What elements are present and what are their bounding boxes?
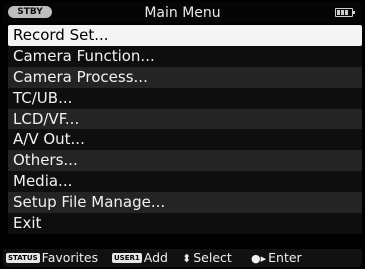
guide-select: ⬍ Select: [182, 249, 232, 267]
menu-item-media[interactable]: Media...: [8, 171, 362, 193]
user1-button-tag: USER1: [112, 253, 142, 263]
menu-item-record-set[interactable]: Record Set...: [8, 25, 362, 46]
main-menu-list: Record Set... Camera Function... Camera …: [8, 25, 362, 234]
menu-item-camera-function[interactable]: Camera Function...: [8, 45, 362, 67]
battery-cell: [341, 10, 344, 15]
battery-icon: [335, 8, 355, 17]
status-button-tag: STATUS: [6, 253, 40, 263]
add-label: Add: [143, 250, 168, 265]
guide-add: USER1 Add: [112, 249, 168, 267]
menu-item-tc-ub[interactable]: TC/UB...: [8, 87, 362, 109]
menu-item-camera-process[interactable]: Camera Process...: [8, 66, 362, 88]
enter-label: Enter: [268, 250, 302, 265]
menu-item-av-out[interactable]: A/V Out...: [8, 129, 362, 151]
menu-item-others[interactable]: Others...: [8, 150, 362, 172]
camera-menu-screen: STBY Main Menu Record Set... Camera Func…: [3, 2, 362, 267]
button-guide-bar: STATUS Favorites USER1 Add ⬍ Select ●▸ Enter: [3, 249, 362, 267]
dot-right-icon: ●▸: [251, 252, 267, 265]
battery-cell: [337, 10, 340, 15]
page-title: Main Menu: [144, 5, 221, 21]
menu-item-lcd-vf[interactable]: LCD/VF...: [8, 108, 362, 130]
menu-item-exit[interactable]: Exit: [8, 213, 362, 234]
header-bar: STBY Main Menu: [3, 2, 362, 23]
battery-cell: [345, 10, 348, 15]
guide-enter: ●▸ Enter: [251, 249, 302, 267]
up-down-icon: ⬍: [182, 252, 192, 265]
guide-favorites: STATUS Favorites: [6, 249, 98, 267]
select-label: Select: [193, 250, 232, 265]
favorites-label: Favorites: [41, 250, 99, 265]
menu-item-setup-file-manage[interactable]: Setup File Manage...: [8, 192, 362, 214]
